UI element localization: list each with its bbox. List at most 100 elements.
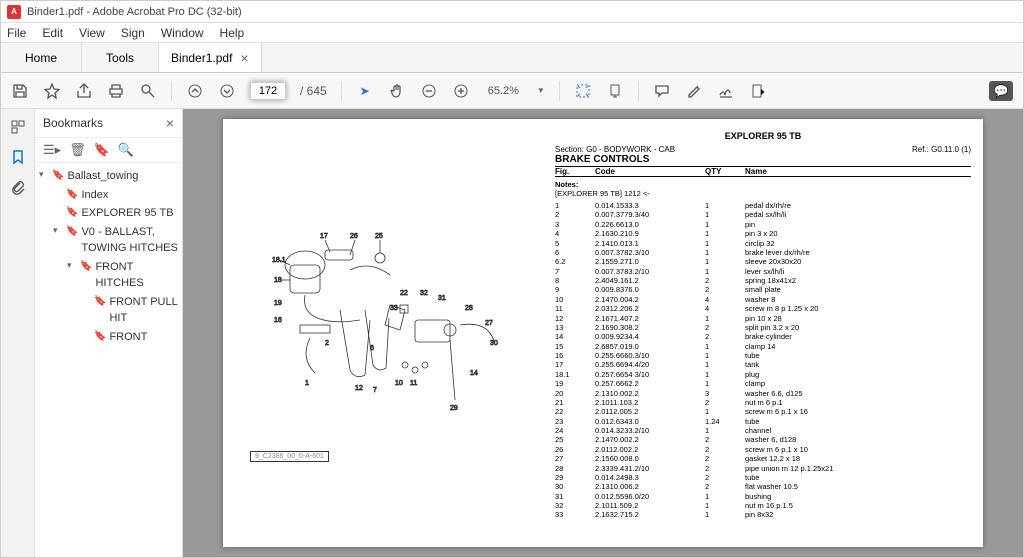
svg-text:26: 26 (350, 233, 358, 240)
column-headers: Fig. Code QTY Name (555, 167, 971, 177)
highlight-icon[interactable] (685, 82, 703, 100)
window-title: Binder1.pdf - Adobe Acrobat Pro DC (32-b… (27, 6, 242, 18)
svg-text:7: 7 (373, 387, 377, 394)
table-row: 240.014.3233.2/101channel (555, 426, 971, 435)
hand-icon[interactable] (388, 82, 406, 100)
svg-text:17: 17 (320, 233, 328, 240)
table-row: 262.0112.002.22screw m 6 p.1 x 10 (555, 445, 971, 454)
table-row: 302.1310.006.22flat washer 10.5 (555, 482, 971, 491)
bm-new-icon[interactable]: 🔖 (94, 142, 110, 158)
menu-sign[interactable]: Sign (121, 26, 145, 40)
attachments-icon[interactable] (8, 177, 28, 197)
table-row: 252.1470.002.22washer 6, d128 (555, 435, 971, 444)
tabbar: Home Tools Binder1.pdf × (1, 43, 1023, 73)
ref-label: Ref.: G0.11.0 (1) (912, 145, 971, 154)
table-row: 202.1310.002.23washer 6.6, d125 (555, 389, 971, 398)
comment-icon[interactable] (653, 82, 671, 100)
share-icon[interactable] (75, 82, 93, 100)
thumbnails-icon[interactable] (8, 117, 28, 137)
titlebar: A Binder1.pdf - Adobe Acrobat Pro DC (32… (1, 1, 1023, 23)
bm-find-icon[interactable]: 🔍 (118, 142, 134, 158)
table-row: 82.4049.161.22spring 18x41x2 (555, 276, 971, 285)
save-icon[interactable] (11, 82, 29, 100)
bookmarks-toolbar: ☰▸ 🗑 🔖 🔍 (35, 138, 182, 163)
table-row: 10.014.1533.31pedal dx/rh/re (555, 201, 971, 210)
svg-text:32: 32 (420, 290, 428, 297)
svg-text:16: 16 (274, 317, 282, 324)
table-row: 322.1011.509.21nut m 16 p.1.5 (555, 501, 971, 510)
page-title: BRAKE CONTROLS (555, 154, 971, 167)
bookmark-item[interactable]: 🔖FRONT (75, 328, 178, 347)
bookmark-item[interactable]: 🔖Index (51, 186, 178, 205)
diagram-caption: 9_C2386_00_0-A-601 (250, 451, 329, 462)
svg-text:2: 2 (325, 340, 329, 347)
tab-home[interactable]: Home (1, 43, 82, 72)
svg-text:6: 6 (370, 345, 374, 352)
tab-document[interactable]: Binder1.pdf × (159, 43, 262, 72)
menu-view[interactable]: View (79, 26, 105, 40)
table-row: 132.1690.308.22split pin 3.2 x 20 (555, 323, 971, 332)
tab-tools[interactable]: Tools (82, 43, 159, 72)
svg-text:12: 12 (355, 385, 363, 392)
separator (171, 81, 172, 101)
separator (341, 81, 342, 101)
notification-icon[interactable]: 💬 (989, 81, 1013, 101)
bookmark-item[interactable]: ▾🔖FRONT HITCHES (63, 258, 178, 293)
svg-text:31: 31 (438, 295, 446, 302)
close-panel-icon[interactable]: × (166, 115, 174, 131)
svg-text:11: 11 (410, 380, 417, 387)
page-number-input[interactable] (250, 82, 286, 100)
svg-text:19: 19 (274, 300, 282, 307)
section-label: Section: G0 - BODYWORK - CAB (555, 145, 675, 154)
star-icon[interactable] (43, 82, 61, 100)
zoom-level[interactable]: 65.2% (484, 83, 523, 99)
bookmark-item[interactable]: 🔖FRONT PULL HIT (75, 293, 178, 328)
tab-document-label: Binder1.pdf (171, 51, 232, 65)
fit-icon[interactable] (574, 82, 592, 100)
table-row: 112.0312.206.24screw m 8 p 1.25 x 20 (555, 304, 971, 313)
menu-edit[interactable]: Edit (42, 26, 63, 40)
pdf-page: 18.1 18 17 26 25 19 16 1 12 7 33 22 (223, 119, 983, 547)
close-icon[interactable]: × (240, 50, 248, 66)
table-row: 282.3339.431.2/102pipe union m 12 p.1.25… (555, 464, 971, 473)
page-up-icon[interactable] (186, 82, 204, 100)
svg-text:29: 29 (450, 405, 458, 412)
table-row: 290.014.2498.32tube (555, 473, 971, 482)
notes: Notes: [EXPLORER 95 TB] 1212 <- (555, 180, 971, 198)
table-row: 60.007.3782.3/101brake lever dx/rh/re (555, 248, 971, 257)
page-total: / 645 (300, 84, 327, 98)
nav-pane (1, 109, 35, 557)
menu-file[interactable]: File (7, 26, 26, 40)
bm-menu-icon[interactable]: ☰▸ (43, 142, 61, 158)
sign-icon[interactable] (717, 82, 735, 100)
edit-icon[interactable] (749, 82, 767, 100)
table-row: 230.012.6343.01.24tube (555, 417, 971, 426)
model-name: EXPLORER 95 TB (555, 131, 971, 141)
bm-delete-icon[interactable]: 🗑 (69, 142, 86, 158)
table-row: 30.226.6613.01pin (555, 220, 971, 229)
svg-text:33: 33 (390, 305, 398, 312)
bookmarks-icon[interactable] (8, 147, 28, 167)
bookmark-item[interactable]: 🔖EXPLORER 95 TB (51, 204, 178, 223)
page-display-icon[interactable] (606, 82, 624, 100)
table-row: 6.22.1559.271.01sleeve 20x30x20 (555, 257, 971, 266)
find-icon[interactable] (139, 82, 157, 100)
zoom-in-icon[interactable] (452, 82, 470, 100)
menu-help[interactable]: Help (220, 26, 245, 40)
print-icon[interactable] (107, 82, 125, 100)
document-area[interactable]: 18.1 18 17 26 25 19 16 1 12 7 33 22 (183, 109, 1023, 557)
table-row: 332.1632.715.21pin 8x32 (555, 510, 971, 519)
pointer-icon[interactable]: ➤ (356, 82, 374, 100)
separator (559, 81, 560, 101)
main-area: Bookmarks × ☰▸ 🗑 🔖 🔍 ▾🔖Ballast_towing🔖In… (1, 109, 1023, 557)
svg-text:30: 30 (490, 340, 498, 347)
zoom-out-icon[interactable] (420, 82, 438, 100)
table-row: 90.009.8376.02small plate (555, 285, 971, 294)
bookmark-item[interactable]: ▾🔖Ballast_towing (39, 167, 178, 186)
menu-window[interactable]: Window (161, 26, 204, 40)
page-down-icon[interactable] (218, 82, 236, 100)
table-row: 160.255.6660.3/101tube (555, 351, 971, 360)
bookmark-item[interactable]: ▾🔖V0 - BALLAST, TOWING HITCHES (51, 223, 178, 258)
bookmarks-title: Bookmarks (43, 116, 103, 130)
table-row: 152.6857.019.01clamp 14 (555, 342, 971, 351)
